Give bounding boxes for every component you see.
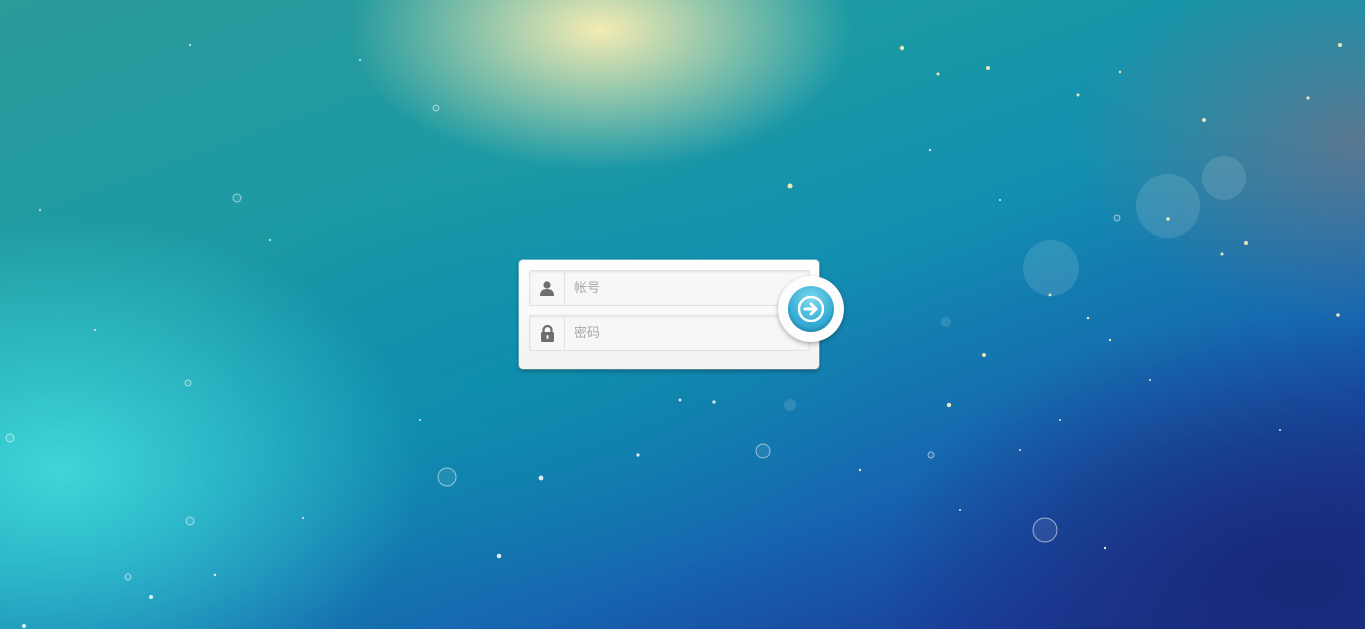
submit-button[interactable] xyxy=(788,286,834,332)
password-input[interactable] xyxy=(566,316,802,350)
arrow-right-icon xyxy=(798,296,824,322)
account-field xyxy=(529,270,810,306)
password-field xyxy=(529,315,810,351)
background xyxy=(0,0,1365,629)
user-icon xyxy=(540,281,554,296)
account-icon-box xyxy=(530,271,565,305)
password-icon-box xyxy=(530,316,565,350)
account-input[interactable] xyxy=(566,271,802,305)
login-card xyxy=(519,260,819,369)
submit-button-ring xyxy=(778,276,844,342)
lock-icon xyxy=(540,324,554,342)
